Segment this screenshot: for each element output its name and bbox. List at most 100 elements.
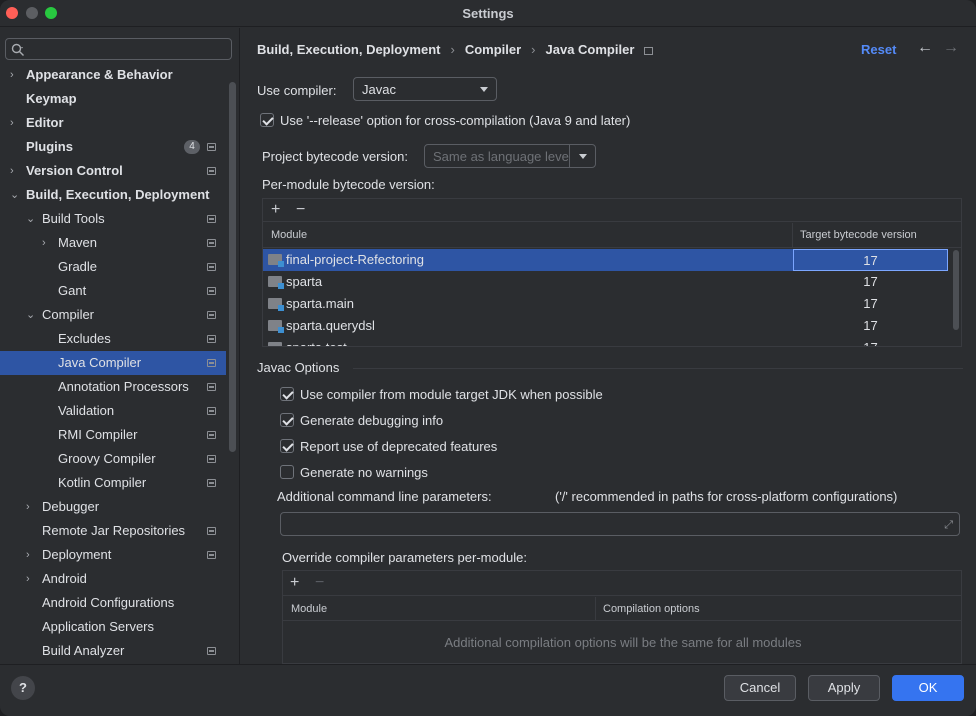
sidebar-item[interactable]: ⌄ Build, Execution, Deployment	[0, 183, 226, 207]
chevron-right-icon[interactable]: ›	[26, 567, 38, 591]
chevron-right-icon[interactable]: ›	[26, 495, 38, 519]
module-name: sparta.test	[286, 340, 347, 346]
chevron-right-icon[interactable]: ›	[10, 63, 22, 87]
target-bytecode-cell[interactable]: 17	[793, 315, 948, 337]
sidebar-item[interactable]: Gradle	[0, 255, 226, 279]
sidebar-item-label: Version Control	[26, 163, 123, 178]
release-option-checkbox[interactable]	[260, 113, 274, 127]
back-arrow-icon[interactable]: ←	[917, 39, 933, 57]
chevron-right-icon[interactable]: ›	[10, 111, 22, 135]
additional-params-input[interactable]: ⤢	[280, 512, 960, 536]
javac-option-checkbox[interactable]	[280, 439, 294, 453]
use-compiler-dropdown[interactable]: Javac	[353, 77, 497, 101]
chevron-right-icon[interactable]: ›	[10, 159, 22, 183]
sidebar-item[interactable]: › Android	[0, 567, 226, 591]
table-row[interactable]: sparta.main 17	[263, 293, 948, 315]
add-icon[interactable]: +	[271, 201, 280, 219]
sidebar-item[interactable]: Validation	[0, 399, 226, 423]
project-bytecode-dropdown[interactable]: Same as language leve	[424, 144, 596, 168]
table-toolbar: + −	[283, 571, 961, 596]
target-bytecode-cell[interactable]: 17	[793, 249, 948, 271]
breadcrumb-item[interactable]: Compiler	[465, 42, 521, 57]
sidebar-item-label: Validation	[58, 403, 115, 418]
column-header-options[interactable]: Compilation options	[603, 603, 700, 615]
sidebar-item[interactable]: Android Configurations	[0, 591, 226, 615]
javac-option-checkbox[interactable]	[280, 465, 294, 479]
chevron-down-icon[interactable]: ⌄	[26, 303, 38, 327]
ok-button[interactable]: OK	[892, 675, 964, 701]
sidebar-item[interactable]: › Maven	[0, 231, 226, 255]
sidebar-item-label: Java Compiler	[58, 355, 142, 370]
target-bytecode-cell[interactable]: 17	[793, 271, 948, 293]
sidebar-item[interactable]: Plugins 4	[0, 135, 226, 159]
sidebar-item[interactable]: › Version Control	[0, 159, 226, 183]
javac-option-checkbox[interactable]	[280, 413, 294, 427]
forward-arrow-icon[interactable]: →	[943, 39, 959, 57]
sidebar-item[interactable]: Java Compiler	[0, 351, 226, 375]
sidebar-item[interactable]: › Editor	[0, 111, 226, 135]
sidebar-item[interactable]: Gant	[0, 279, 226, 303]
project-scope-icon	[207, 263, 216, 271]
sidebar-item[interactable]: Application Servers	[0, 615, 226, 639]
chevron-down-icon[interactable]: ⌄	[26, 207, 38, 231]
use-compiler-label: Use compiler:	[257, 83, 337, 98]
table-row[interactable]: sparta 17	[263, 271, 948, 293]
override-params-label: Override compiler parameters per-module:	[282, 550, 527, 565]
project-scope-icon	[207, 479, 216, 487]
updates-count-badge: 4	[184, 140, 200, 154]
target-bytecode-cell[interactable]: 17	[793, 337, 948, 346]
table-row[interactable]: sparta.querydsl 17	[263, 315, 948, 337]
sidebar-item[interactable]: › Appearance & Behavior	[0, 63, 226, 87]
settings-search-input[interactable]	[5, 38, 232, 60]
table-scrollbar[interactable]	[953, 250, 959, 330]
module-folder-icon	[268, 320, 284, 333]
module-name: sparta.querydsl	[286, 318, 375, 333]
sidebar-item[interactable]: ⌄ Compiler	[0, 303, 226, 327]
breadcrumb-separator: ›	[531, 42, 536, 57]
cancel-button[interactable]: Cancel	[724, 675, 796, 701]
column-header-module[interactable]: Module	[291, 603, 327, 615]
project-scope-icon	[207, 407, 216, 415]
chevron-down-icon[interactable]: ⌄	[10, 183, 22, 207]
chevron-right-icon[interactable]: ›	[42, 231, 54, 255]
sidebar-item[interactable]: › Debugger	[0, 495, 226, 519]
sidebar-item[interactable]: Annotation Processors	[0, 375, 226, 399]
add-icon[interactable]: +	[290, 574, 299, 592]
help-button[interactable]: ?	[11, 676, 35, 700]
sidebar-item-label: Gant	[58, 283, 87, 298]
chevron-right-icon[interactable]: ›	[26, 543, 38, 567]
column-header-target[interactable]: Target bytecode version	[800, 229, 917, 241]
breadcrumb-item[interactable]: Build, Execution, Deployment	[257, 42, 440, 57]
module-folder-icon	[268, 276, 284, 289]
reset-link[interactable]: Reset	[861, 42, 896, 57]
target-bytecode-cell[interactable]: 17	[793, 293, 948, 315]
project-scope-icon	[207, 287, 216, 295]
sidebar-item[interactable]: Build Analyzer	[0, 639, 226, 663]
sidebar-item-label: Build Tools	[42, 211, 105, 226]
sidebar-item[interactable]: Kotlin Compiler	[0, 471, 226, 495]
sidebar-item-label: Application Servers	[42, 619, 154, 634]
expand-icon[interactable]: ⤢	[944, 519, 953, 532]
sidebar-item[interactable]: › Deployment	[0, 543, 226, 567]
project-bytecode-placeholder: Same as language leve	[433, 149, 569, 164]
sidebar-item[interactable]: Groovy Compiler	[0, 447, 226, 471]
project-scope-icon	[207, 239, 216, 247]
column-header-module[interactable]: Module	[271, 229, 307, 241]
apply-button[interactable]: Apply	[808, 675, 880, 701]
settings-sidebar: › Appearance & Behavior Keymap › Editor Plugi…	[0, 28, 240, 664]
sidebar-item-label: Build Analyzer	[42, 643, 125, 658]
project-scope-icon	[207, 383, 216, 391]
table-row[interactable]: sparta.test 17	[263, 337, 948, 346]
javac-option-checkbox[interactable]	[280, 387, 294, 401]
table-row[interactable]: final-project-Refectoring 17	[263, 249, 948, 271]
remove-icon[interactable]: −	[296, 201, 305, 219]
sidebar-item[interactable]: Remote Jar Repositories	[0, 519, 226, 543]
section-divider	[353, 368, 963, 369]
sidebar-item[interactable]: Keymap	[0, 87, 226, 111]
sidebar-item[interactable]: Excludes	[0, 327, 226, 351]
sidebar-scrollbar[interactable]	[229, 82, 236, 452]
sidebar-item[interactable]: RMI Compiler	[0, 423, 226, 447]
sidebar-item[interactable]: ⌄ Build Tools	[0, 207, 226, 231]
project-scope-icon	[207, 215, 216, 223]
dropdown-arrow-icon	[579, 154, 587, 159]
